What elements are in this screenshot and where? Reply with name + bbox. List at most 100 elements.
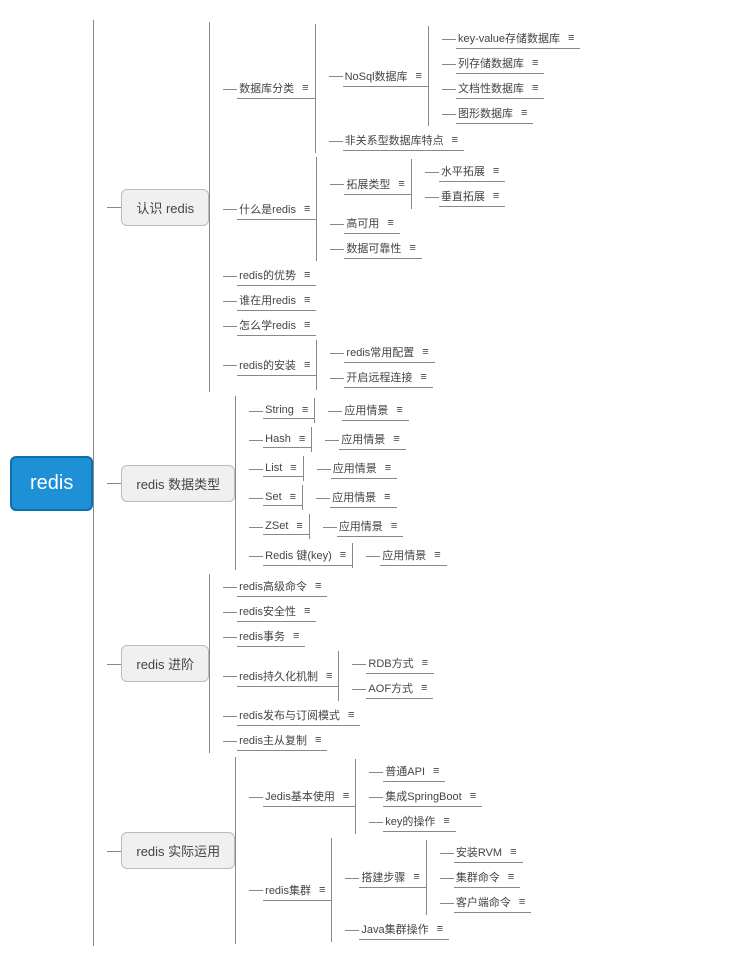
notes-icon: ≡ (290, 491, 296, 503)
node-keyop[interactable]: key的操作≡ (383, 811, 456, 832)
node-col-db[interactable]: 列存储数据库≡ (456, 53, 544, 74)
notes-icon: ≡ (568, 32, 574, 44)
node-data-types[interactable]: redis 数据类型 (121, 465, 235, 502)
node-zset[interactable]: ZSet≡ (263, 518, 309, 535)
root-node[interactable]: redis (10, 456, 93, 511)
label: 应用情景 (344, 402, 388, 418)
notes-icon: ≡ (299, 433, 305, 445)
label: 数据可靠性 (346, 240, 401, 256)
node-db-category[interactable]: 数据库分类 ≡ (237, 78, 314, 99)
node-nonrel[interactable]: 非关系型数据库特点≡ (343, 130, 464, 151)
node-cluster[interactable]: redis集群≡ (263, 880, 331, 901)
label: redis高级命令 (239, 578, 307, 594)
node-advanced[interactable]: redis 进阶 (121, 645, 209, 682)
node-reliability[interactable]: 数据可靠性 ≡ (344, 238, 421, 259)
label: 普通API (385, 763, 425, 779)
label: 怎么学redis (239, 317, 296, 333)
node-adv-cmd[interactable]: redis高级命令≡ (237, 576, 327, 597)
label: redis事务 (239, 628, 285, 644)
node-how-learn[interactable]: 怎么学redis≡ (237, 315, 316, 336)
node-practical[interactable]: redis 实际运用 (121, 832, 235, 869)
notes-icon: ≡ (315, 734, 321, 746)
notes-icon: ≡ (385, 462, 391, 474)
label: AOF方式 (368, 680, 413, 696)
node-graph-db[interactable]: 图形数据库≡ (456, 103, 533, 124)
label: redis安全性 (239, 603, 296, 619)
notes-icon: ≡ (304, 359, 310, 371)
notes-icon: ≡ (319, 884, 325, 896)
notes-icon: ≡ (326, 670, 332, 682)
node-pubsub[interactable]: redis发布与订阅模式≡ (237, 705, 360, 726)
node-ms[interactable]: redis主从复制≡ (237, 730, 327, 751)
label: ZSet (265, 520, 288, 532)
node-ha[interactable]: 高可用≡ (344, 213, 399, 234)
node-usage[interactable]: 应用情景 ≡ (337, 516, 403, 537)
label: 客户端命令 (456, 894, 511, 910)
node-springboot[interactable]: 集成SpringBoot≡ (383, 786, 482, 807)
node-know-redis[interactable]: 认识 redis (121, 189, 209, 226)
node-kv-db[interactable]: key-value存储数据库 ≡ (456, 28, 581, 49)
node-rvm[interactable]: 安装RVM≡ (454, 842, 523, 863)
node-string[interactable]: String≡ (263, 402, 314, 419)
label: Java集群操作 (361, 921, 428, 937)
notes-icon: ≡ (384, 491, 390, 503)
label: 开启远程连接 (346, 369, 412, 385)
node-java-cluster[interactable]: Java集群操作≡ (359, 919, 449, 940)
label: Hash (265, 433, 291, 445)
node-build[interactable]: 搭建步骤≡ (359, 867, 425, 888)
node-api[interactable]: 普通API≡ (383, 761, 445, 782)
node-persist[interactable]: redis持久化机制≡ (237, 666, 338, 687)
label: 应用情景 (382, 547, 426, 563)
node-who[interactable]: 谁在用redis≡ (237, 290, 316, 311)
notes-icon: ≡ (396, 404, 402, 416)
node-nosql[interactable]: NoSql数据库 ≡ (343, 66, 428, 87)
node-remote[interactable]: 开启远程连接≡ (344, 367, 432, 388)
notes-icon: ≡ (409, 242, 415, 254)
node-hscale[interactable]: 水平拓展≡ (439, 161, 505, 182)
label: 应用情景 (339, 518, 383, 534)
node-cluster-cmd[interactable]: 集群命令≡ (454, 867, 520, 888)
node-aof[interactable]: AOF方式 ≡ (366, 678, 433, 699)
label: 文档性数据库 (458, 80, 524, 96)
node-vscale[interactable]: 垂直拓展≡ (439, 186, 505, 207)
notes-icon: ≡ (521, 107, 527, 119)
node-advantage[interactable]: redis的优势≡ (237, 265, 316, 286)
node-doc-db[interactable]: 文档性数据库 ≡ (456, 78, 544, 99)
notes-icon: ≡ (387, 217, 393, 229)
notes-icon: ≡ (421, 682, 427, 694)
node-usage[interactable]: 应用情景 ≡ (342, 400, 408, 421)
label: RDB方式 (368, 655, 413, 671)
node-install[interactable]: redis的安装≡ (237, 355, 316, 376)
label: redis常用配置 (346, 344, 414, 360)
label: 集成SpringBoot (385, 788, 461, 804)
node-set[interactable]: Set ≡ (263, 489, 302, 506)
label: Set (265, 491, 282, 503)
node-usage[interactable]: 应用情景≡ (339, 429, 405, 450)
notes-icon: ≡ (391, 520, 397, 532)
label: 搭建步骤 (361, 869, 405, 885)
label: Redis 键(key) (265, 547, 332, 563)
node-what-is-redis[interactable]: 什么是redis ≡ (237, 199, 316, 220)
notes-icon: ≡ (508, 871, 514, 883)
node-jedis[interactable]: Jedis基本使用≡ (263, 786, 355, 807)
node-client-cmd[interactable]: 客户端命令≡ (454, 892, 531, 913)
notes-icon: ≡ (532, 57, 538, 69)
label: key-value存储数据库 (458, 30, 560, 46)
node-config[interactable]: redis常用配置≡ (344, 342, 434, 363)
node-usage[interactable]: 应用情景≡ (330, 487, 396, 508)
notes-icon: ≡ (343, 790, 349, 802)
node-usage[interactable]: 应用情景≡ (380, 545, 446, 566)
label: redis发布与订阅模式 (239, 707, 340, 723)
node-key[interactable]: Redis 键(key)≡ (263, 545, 352, 566)
notes-icon: ≡ (398, 178, 404, 190)
node-security[interactable]: redis安全性≡ (237, 601, 316, 622)
node-list[interactable]: List≡ (263, 460, 303, 477)
notes-icon: ≡ (532, 82, 538, 94)
node-scale-type[interactable]: 拓展类型≡ (344, 174, 410, 195)
node-hash[interactable]: Hash ≡ (263, 431, 311, 448)
node-tx[interactable]: redis事务≡ (237, 626, 305, 647)
notes-icon: ≡ (422, 657, 428, 669)
label: 水平拓展 (441, 163, 485, 179)
node-rdb[interactable]: RDB方式 ≡ (366, 653, 434, 674)
node-usage[interactable]: 应用情景≡ (331, 458, 397, 479)
